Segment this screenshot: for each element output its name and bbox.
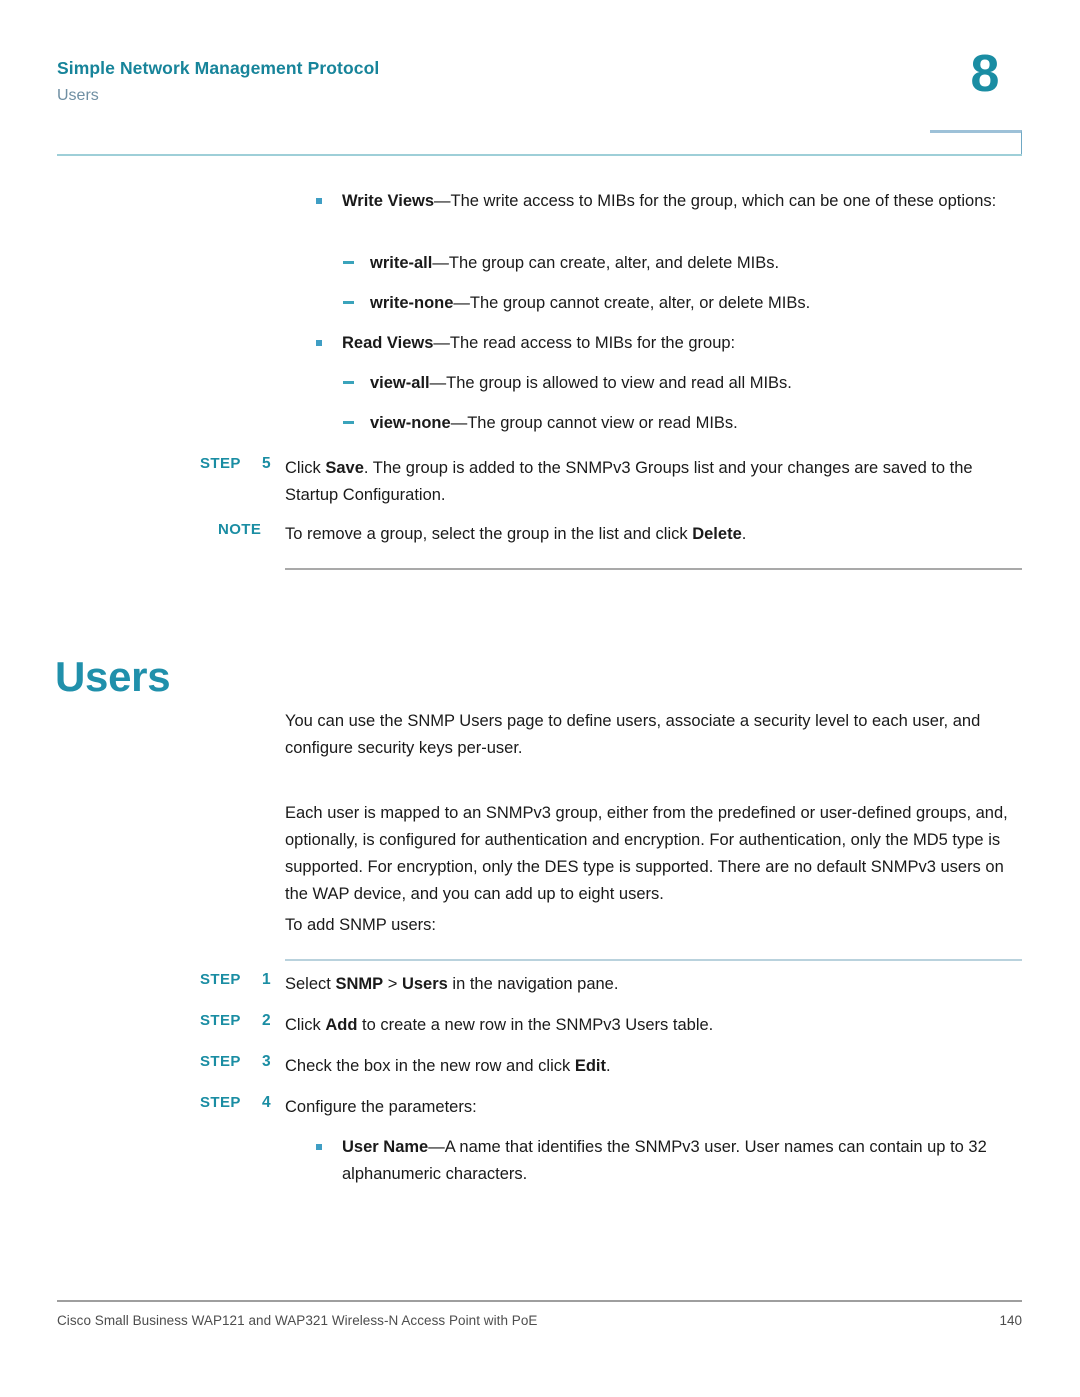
list-item-text: view-all—The group is allowed to view an… — [370, 370, 1030, 397]
header-divider-rule — [57, 154, 1022, 156]
step-text-post: to create a new row in the SNMPv3 Users … — [357, 1016, 714, 1034]
list-item-term: view-all — [370, 374, 430, 392]
dash-bullet-icon — [343, 301, 354, 304]
list-item-term: write-none — [370, 294, 454, 312]
intro-paragraph-2: Each user is mapped to an SNMPv3 group, … — [285, 804, 1008, 903]
step-text-post: . The group is added to the SNMPv3 Group… — [285, 459, 973, 504]
list-item-text: Write Views—The write access to MIBs for… — [342, 188, 1027, 215]
step-text: Click Add to create a new row in the SNM… — [285, 1012, 1025, 1039]
step-number: 5 — [262, 455, 271, 472]
step-text-pre: Select — [285, 975, 336, 993]
step-action-save: Save — [325, 459, 364, 477]
steps-divider-rule — [285, 959, 1022, 961]
step-number: 2 — [262, 1012, 271, 1029]
step-label: STEP — [200, 1012, 241, 1029]
list-item-desc: —The group cannot create, alter, or dele… — [453, 294, 811, 312]
step-text: Configure the parameters: — [285, 1098, 477, 1116]
footer-page-number: 140 — [999, 1313, 1022, 1328]
step-text-post: in the navigation pane. — [447, 975, 619, 993]
note-action-delete: Delete — [692, 525, 742, 543]
intro-paragraph-1: You can use the SNMP Users page to defin… — [285, 712, 981, 757]
square-bullet-icon — [316, 198, 322, 204]
list-item-term: write-all — [370, 254, 433, 272]
list-item-text: User Name—A name that identifies the SNM… — [342, 1134, 1027, 1188]
list-item-desc: —The group cannot view or read MIBs. — [450, 414, 738, 432]
list-item-desc: —The group is allowed to view and read a… — [429, 374, 792, 392]
list-item-text: write-none—The group cannot create, alte… — [370, 290, 1030, 317]
step-number: 3 — [262, 1053, 271, 1070]
step-text: Click Save. The group is added to the SN… — [285, 455, 1025, 509]
step-menu-users: Users — [401, 975, 448, 993]
list-item-text: Read Views—The read access to MIBs for t… — [342, 330, 1027, 357]
step-label: STEP — [200, 1094, 241, 1111]
note-label: NOTE — [218, 521, 262, 538]
header-chapter-title: Simple Network Management Protocol — [57, 58, 380, 78]
page-header: Simple Network Management Protocol Users… — [0, 0, 1080, 160]
list-item-desc: —A name that identifies the SNMPv3 user.… — [342, 1138, 987, 1183]
footer-divider-rule — [57, 1300, 1022, 1302]
header-corner-box — [930, 130, 1022, 156]
note-text-post: . — [741, 525, 747, 543]
list-item-text: view-none—The group cannot view or read … — [370, 410, 1030, 437]
dash-bullet-icon — [343, 381, 354, 384]
list-item-text: write-all—The group can create, alter, a… — [370, 250, 1030, 277]
step-label: STEP — [200, 971, 241, 988]
step-menu-snmp: SNMP — [335, 975, 384, 993]
page-title: Users — [55, 653, 171, 701]
step-text-pre: Click — [285, 459, 326, 477]
chapter-number: 8 — [970, 45, 1000, 103]
list-item-term: view-none — [370, 414, 451, 432]
step-text-pre: Check the box in the new row and click — [285, 1057, 575, 1075]
step-action-edit: Edit — [574, 1057, 606, 1075]
step-label: STEP — [200, 1053, 241, 1070]
square-bullet-icon — [316, 340, 322, 346]
step-number: 1 — [262, 971, 271, 988]
section-divider-rule — [285, 568, 1022, 570]
square-bullet-icon — [316, 1144, 322, 1150]
list-item-term: Read Views — [342, 334, 434, 352]
step-action-add: Add — [325, 1016, 358, 1034]
dash-bullet-icon — [343, 421, 354, 424]
step-label: STEP — [200, 455, 241, 472]
header-section-subtitle: Users — [57, 87, 99, 104]
note-text-pre: To remove a group, select the group in t… — [285, 525, 693, 543]
list-item-desc: —The read access to MIBs for the group: — [433, 334, 736, 352]
step-text-post: . — [606, 1057, 611, 1075]
step-number: 4 — [262, 1094, 271, 1111]
list-item-term: User Name — [342, 1138, 429, 1156]
intro-paragraph-3: To add SNMP users: — [285, 916, 437, 934]
note-text: To remove a group, select the group in t… — [285, 521, 1025, 548]
list-item-desc: —The group can create, alter, and delete… — [432, 254, 780, 272]
list-item-term: Write Views — [342, 192, 435, 210]
step-text: Check the box in the new row and click E… — [285, 1053, 1025, 1080]
step-text: Select SNMP > Users in the navigation pa… — [285, 971, 1025, 998]
step-text-mid: > — [383, 975, 402, 993]
list-item-desc: —The write access to MIBs for the group,… — [434, 192, 997, 210]
dash-bullet-icon — [343, 261, 354, 264]
step-text-pre: Click — [285, 1016, 326, 1034]
footer-product-text: Cisco Small Business WAP121 and WAP321 W… — [57, 1313, 538, 1328]
